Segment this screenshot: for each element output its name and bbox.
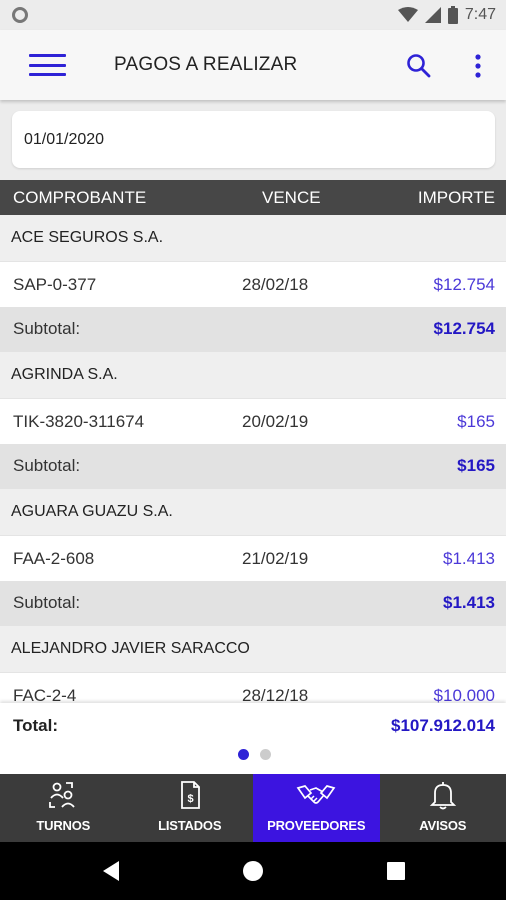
subtotal-row: Subtotal: $165 (0, 444, 506, 489)
nav-listados[interactable]: $ LISTADOS (127, 774, 254, 842)
subtotal-value: $1.413 (443, 593, 495, 612)
notification-dot-icon (12, 7, 28, 23)
nav-avisos[interactable]: AVISOS (380, 774, 506, 842)
table-row[interactable]: FAA-2-608 21/02/19 $1.413 (0, 535, 506, 581)
cell-comprobante: SAP-0-377 (13, 275, 97, 294)
table-header: COMPROBANTE VENCE IMPORTE (0, 180, 506, 215)
supplier-name: ACE SEGUROS S.A. (11, 229, 164, 246)
cell-vence: 28/02/18 (242, 275, 309, 294)
subtotal-value: $165 (457, 456, 495, 475)
menu-icon[interactable] (29, 54, 66, 76)
nav-label: AVISOS (419, 818, 467, 833)
supplier-name: ALEJANDRO JAVIER SARACCO (11, 640, 250, 657)
supplier-group-header: ACE SEGUROS S.A. (0, 215, 506, 261)
back-icon[interactable] (101, 860, 121, 882)
nav-proveedores[interactable]: PROVEEDORES (253, 774, 380, 842)
bottom-navigation: TURNOS $ LISTADOS PROVEEDORES AVISOS (0, 774, 506, 842)
payments-list[interactable]: ACE SEGUROS S.A. SAP-0-377 28/02/18 $12.… (0, 215, 506, 703)
more-options-icon[interactable] (470, 52, 486, 80)
col-header-vence: VENCE (262, 188, 321, 207)
page-dot[interactable] (260, 749, 271, 760)
page-dot-active[interactable] (238, 749, 249, 760)
date-filter-field[interactable]: 01/01/2020 (12, 111, 495, 168)
nav-label: TURNOS (36, 818, 91, 833)
app-bar: PAGOS A REALIZAR (0, 30, 506, 100)
nav-label: PROVEEDORES (267, 818, 366, 833)
page-indicator (238, 749, 271, 760)
cell-importe: $12.754 (433, 275, 495, 294)
recents-icon[interactable] (386, 861, 406, 881)
cell-importe: $10.000 (433, 686, 495, 703)
supplier-name: AGUARA GUAZU S.A. (11, 503, 173, 520)
cell-comprobante: TIK-3820-311674 (13, 412, 145, 431)
cell-comprobante: FAC-2-4 (13, 686, 77, 703)
subtotal-row: Subtotal: $1.413 (0, 581, 506, 626)
subtotal-row: Subtotal: $12.754 (0, 307, 506, 352)
supplier-group-header: AGRINDA S.A. (0, 352, 506, 398)
home-icon[interactable] (242, 860, 264, 882)
table-row[interactable]: FAC-2-4 28/12/18 $10.000 (0, 672, 506, 703)
signal-icon (424, 7, 441, 23)
cell-vence: 20/02/19 (242, 412, 309, 431)
page-title: PAGOS A REALIZAR (114, 54, 298, 75)
subtotal-label: Subtotal: (13, 319, 81, 338)
shift-swap-icon (49, 782, 75, 808)
system-navigation-bar (0, 842, 506, 900)
cell-vence: 28/12/18 (242, 686, 309, 703)
cell-importe: $165 (457, 412, 495, 431)
handshake-icon (296, 785, 336, 804)
subtotal-label: Subtotal: (13, 456, 81, 475)
status-icons: 7:47 (397, 6, 496, 24)
total-label: Total: (13, 716, 59, 735)
bell-icon (429, 782, 456, 810)
cell-vence: 21/02/19 (242, 549, 309, 568)
clock: 7:47 (464, 6, 496, 23)
status-bar: 7:47 (0, 0, 506, 30)
svg-text:$: $ (187, 793, 193, 805)
nav-turnos[interactable]: TURNOS (0, 774, 127, 842)
supplier-group-header: AGUARA GUAZU S.A. (0, 489, 506, 535)
nav-label: LISTADOS (158, 818, 222, 833)
col-header-comprobante: COMPROBANTE (13, 188, 147, 207)
table-row[interactable]: TIK-3820-311674 20/02/19 $165 (0, 398, 506, 444)
wifi-icon (397, 7, 418, 22)
supplier-group-header: ALEJANDRO JAVIER SARACCO (0, 626, 506, 672)
subtotal-label: Subtotal: (13, 593, 81, 612)
col-header-importe: IMPORTE (417, 188, 495, 207)
cell-importe: $1.413 (443, 549, 495, 568)
cell-comprobante: FAA-2-608 (13, 549, 95, 568)
search-icon[interactable] (405, 52, 433, 80)
supplier-name: AGRINDA S.A. (11, 366, 118, 383)
document-dollar-icon: $ (180, 781, 200, 809)
subtotal-value: $12.754 (433, 319, 495, 338)
total-bar: Total: $107.912.014 (0, 703, 506, 774)
table-row[interactable]: SAP-0-377 28/02/18 $12.754 (0, 261, 506, 307)
battery-icon (447, 6, 458, 24)
total-value: $107.912.014 (391, 716, 495, 735)
